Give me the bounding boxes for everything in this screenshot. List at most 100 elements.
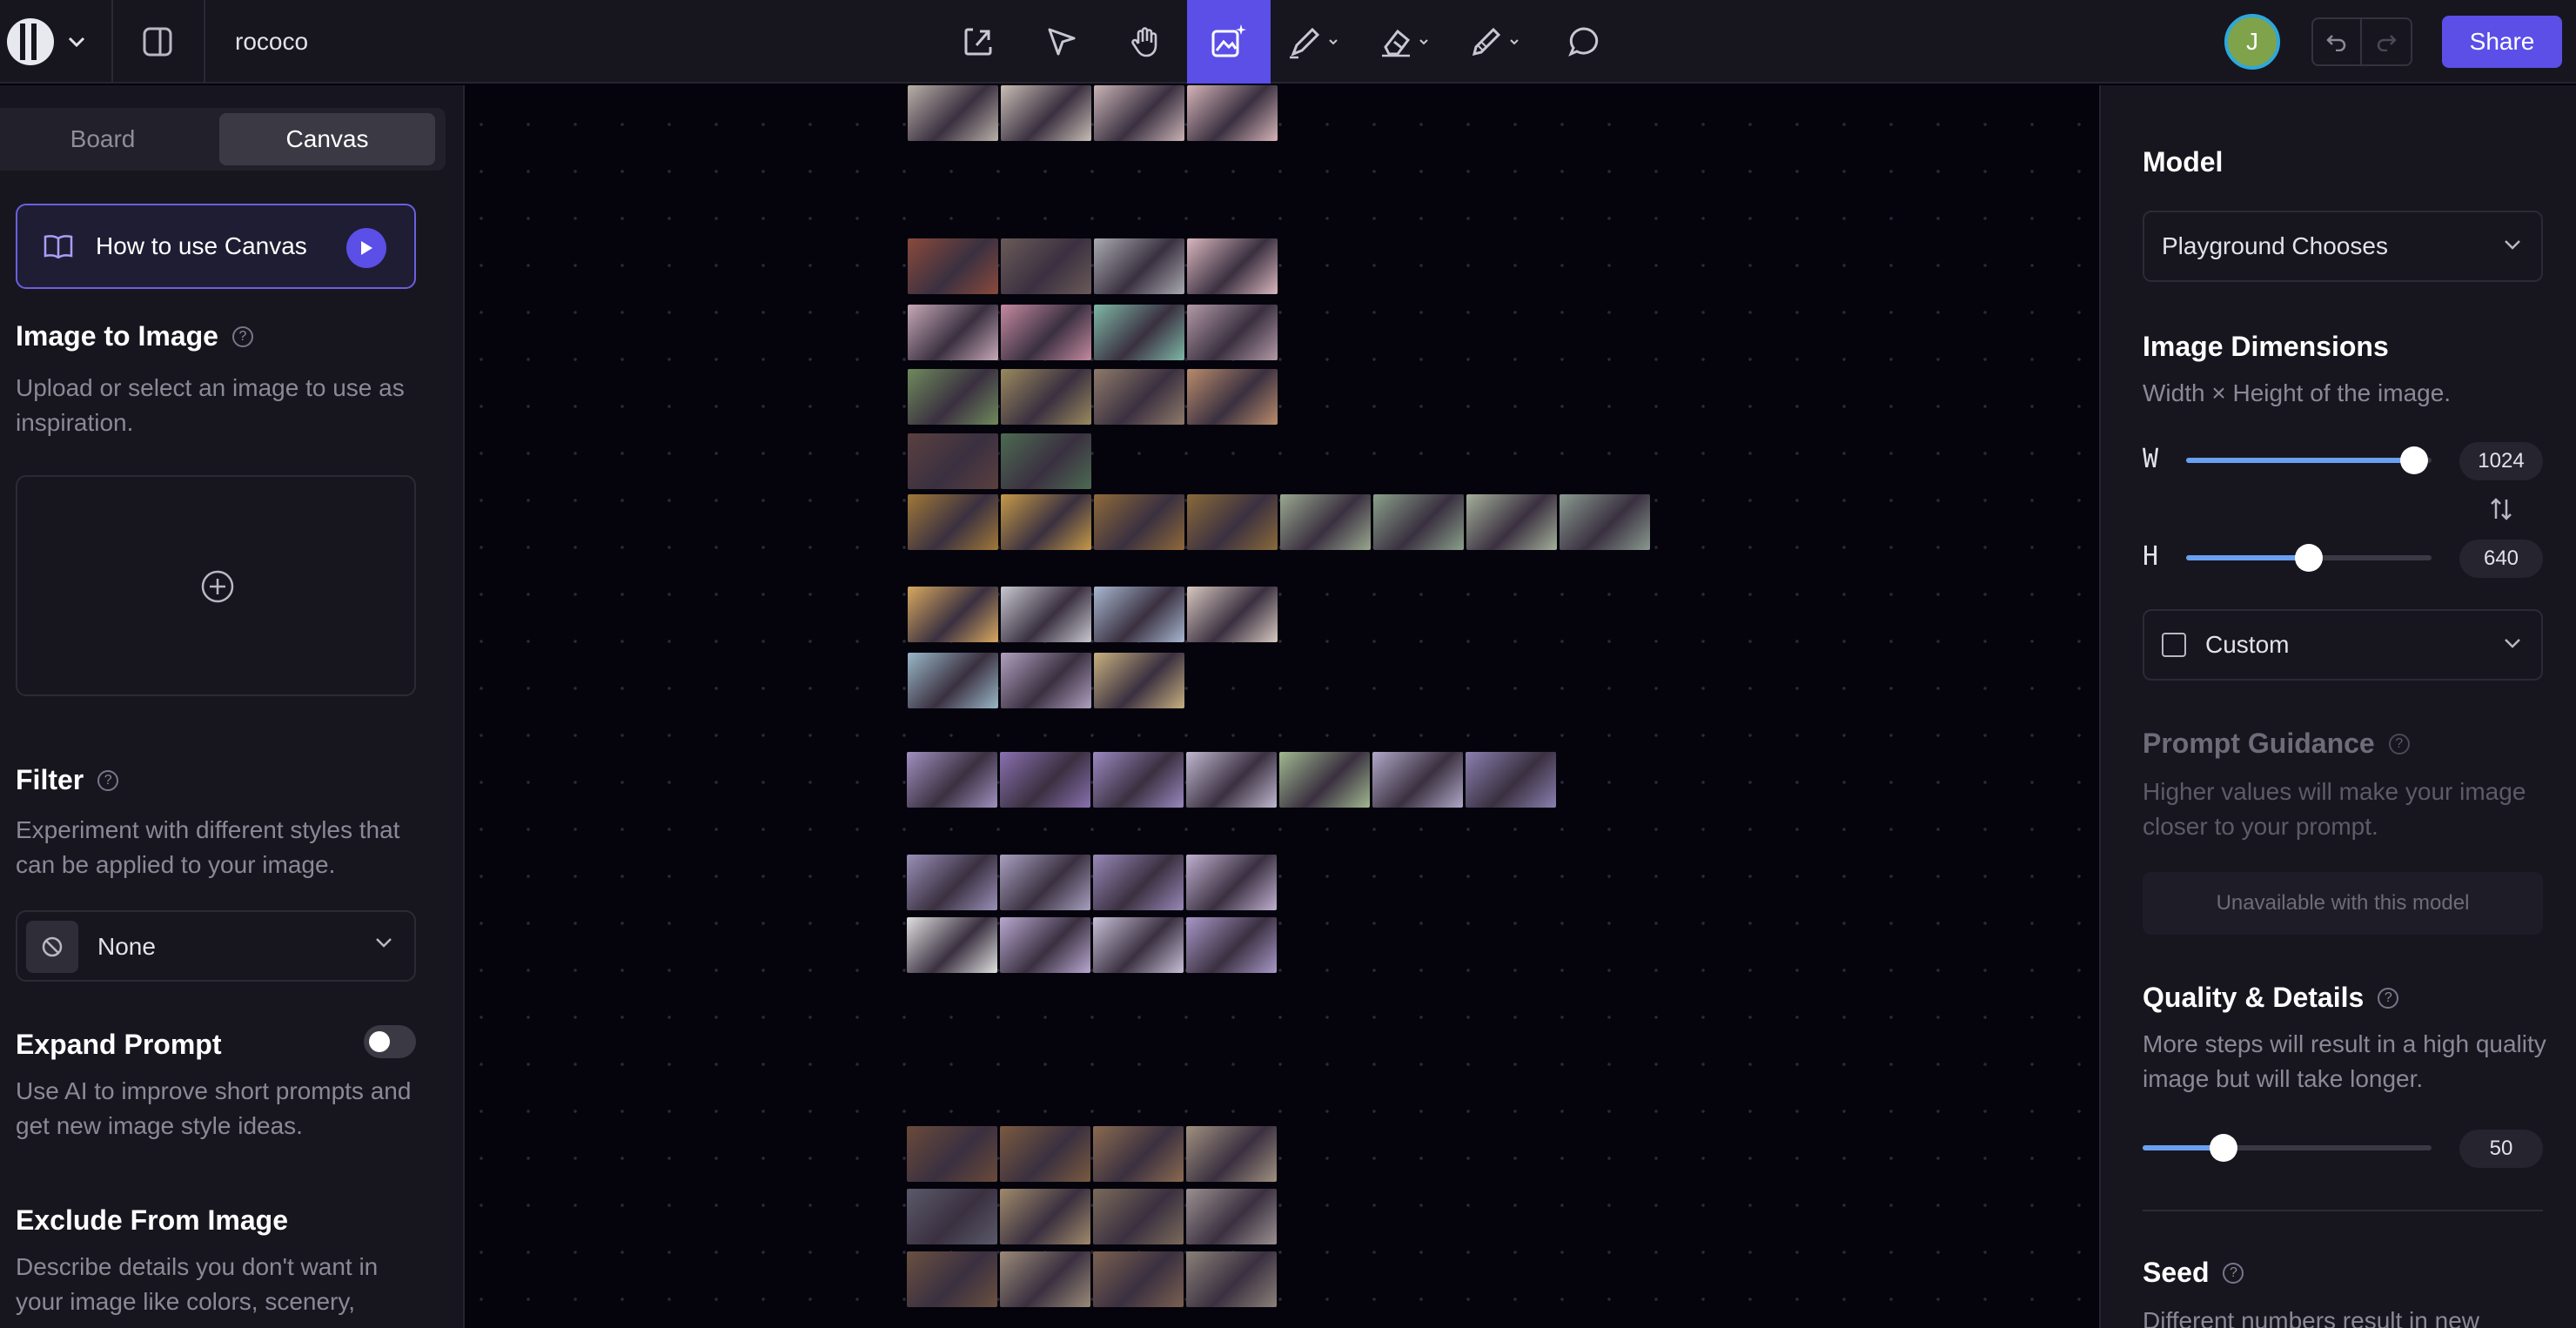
- canvas-image-thumbnail[interactable]: [1000, 1126, 1090, 1182]
- canvas-image-thumbnail[interactable]: [1093, 1251, 1184, 1307]
- canvas-image-thumbnail[interactable]: [907, 917, 997, 973]
- canvas-image-thumbnail[interactable]: [1466, 494, 1557, 550]
- canvas-image-thumbnail[interactable]: [1001, 238, 1091, 294]
- canvas-image-thumbnail[interactable]: [1093, 917, 1184, 973]
- select-arrow-icon[interactable]: [1020, 0, 1104, 84]
- width-value[interactable]: 1024: [2459, 442, 2543, 480]
- chevron-down-icon[interactable]: [61, 0, 92, 84]
- canvas-image-thumbnail[interactable]: [1094, 653, 1184, 708]
- canvas-image-thumbnail[interactable]: [1094, 85, 1184, 141]
- canvas-image-thumbnail[interactable]: [1373, 494, 1464, 550]
- quality-value[interactable]: 50: [2459, 1130, 2543, 1168]
- model-select[interactable]: Playground Chooses: [2143, 211, 2543, 282]
- canvas-area[interactable]: [466, 85, 2099, 1328]
- canvas-image-thumbnail[interactable]: [908, 369, 998, 425]
- filter-select[interactable]: None: [16, 910, 416, 982]
- canvas-image-thumbnail[interactable]: [1186, 1251, 1277, 1307]
- canvas-image-thumbnail[interactable]: [1001, 653, 1091, 708]
- canvas-image-thumbnail[interactable]: [1093, 1126, 1184, 1182]
- canvas-image-thumbnail[interactable]: [1094, 494, 1184, 550]
- canvas-image-thumbnail[interactable]: [1094, 587, 1184, 642]
- canvas-image-thumbnail[interactable]: [908, 653, 998, 708]
- swap-dimensions-icon[interactable]: [2489, 496, 2513, 522]
- height-value[interactable]: 640: [2459, 540, 2543, 578]
- canvas-image-thumbnail[interactable]: [1187, 305, 1278, 360]
- canvas-image-thumbnail[interactable]: [907, 1126, 997, 1182]
- canvas-image-thumbnail[interactable]: [1000, 1251, 1090, 1307]
- height-slider-knob[interactable]: [2295, 544, 2323, 572]
- aspect-preset-select[interactable]: Custom: [2143, 609, 2543, 681]
- canvas-image-thumbnail[interactable]: [1187, 494, 1278, 550]
- canvas-image-thumbnail[interactable]: [908, 433, 998, 489]
- help-icon[interactable]: ?: [2223, 1262, 2244, 1284]
- canvas-image-thumbnail[interactable]: [907, 752, 997, 808]
- canvas-image-thumbnail[interactable]: [1186, 1189, 1277, 1244]
- width-slider[interactable]: [2186, 446, 2432, 474]
- canvas-image-thumbnail[interactable]: [1186, 1126, 1277, 1182]
- canvas-image-thumbnail[interactable]: [1001, 369, 1091, 425]
- height-slider[interactable]: [2186, 544, 2432, 572]
- canvas-image-thumbnail[interactable]: [1000, 855, 1090, 910]
- image-generate-icon[interactable]: [1187, 0, 1271, 84]
- canvas-image-thumbnail[interactable]: [908, 494, 998, 550]
- canvas-image-thumbnail[interactable]: [1000, 917, 1090, 973]
- file-name[interactable]: rococo: [235, 0, 308, 84]
- canvas-image-thumbnail[interactable]: [1093, 1189, 1184, 1244]
- brush-icon[interactable]: [1453, 0, 1537, 84]
- canvas-image-thumbnail[interactable]: [908, 85, 998, 141]
- help-icon[interactable]: ?: [97, 769, 119, 791]
- canvas-image-thumbnail[interactable]: [1001, 85, 1091, 141]
- canvas-image-thumbnail[interactable]: [1372, 752, 1463, 808]
- canvas-image-thumbnail[interactable]: [908, 587, 998, 642]
- export-icon[interactable]: [936, 0, 1020, 84]
- canvas-image-thumbnail[interactable]: [1000, 752, 1090, 808]
- canvas-image-thumbnail[interactable]: [1560, 494, 1650, 550]
- canvas-image-thumbnail[interactable]: [1000, 1189, 1090, 1244]
- hand-icon[interactable]: [1104, 0, 1187, 84]
- app-logo-icon[interactable]: [0, 0, 61, 84]
- undo-icon[interactable]: [2311, 17, 2362, 66]
- avatar[interactable]: J: [2221, 0, 2284, 84]
- canvas-image-thumbnail[interactable]: [1094, 238, 1184, 294]
- canvas-image-thumbnail[interactable]: [1280, 494, 1371, 550]
- eraser-icon[interactable]: [1363, 0, 1446, 84]
- canvas-image-thumbnail[interactable]: [1186, 752, 1277, 808]
- canvas-image-thumbnail[interactable]: [908, 238, 998, 294]
- help-icon[interactable]: ?: [2388, 733, 2410, 755]
- canvas-image-thumbnail[interactable]: [1187, 238, 1278, 294]
- canvas-image-thumbnail[interactable]: [1001, 305, 1091, 360]
- pencil-icon[interactable]: [1272, 0, 1356, 84]
- canvas-image-thumbnail[interactable]: [1279, 752, 1370, 808]
- tab-canvas[interactable]: Canvas: [219, 113, 435, 165]
- how-to-use-canvas-button[interactable]: How to use Canvas: [16, 204, 416, 289]
- canvas-image-thumbnail[interactable]: [1001, 494, 1091, 550]
- canvas-image-thumbnail[interactable]: [1094, 369, 1184, 425]
- canvas-image-thumbnail[interactable]: [1186, 855, 1277, 910]
- canvas-image-thumbnail[interactable]: [1094, 305, 1184, 360]
- canvas-image-thumbnail[interactable]: [1093, 752, 1184, 808]
- canvas-image-thumbnail[interactable]: [1186, 917, 1277, 973]
- canvas-image-thumbnail[interactable]: [1466, 752, 1556, 808]
- canvas-image-thumbnail[interactable]: [907, 855, 997, 910]
- canvas-image-thumbnail[interactable]: [1001, 587, 1091, 642]
- redo-icon[interactable]: [2362, 17, 2412, 66]
- expand-prompt-toggle[interactable]: [364, 1025, 416, 1058]
- canvas-image-thumbnail[interactable]: [1187, 587, 1278, 642]
- image-upload-dropzone[interactable]: [16, 475, 416, 696]
- canvas-image-thumbnail[interactable]: [907, 1251, 997, 1307]
- tab-board[interactable]: Board: [0, 113, 205, 165]
- quality-slider[interactable]: [2143, 1134, 2432, 1162]
- sidebar-toggle-icon[interactable]: [131, 0, 184, 84]
- canvas-image-thumbnail[interactable]: [1093, 855, 1184, 910]
- canvas-image-thumbnail[interactable]: [1001, 433, 1091, 489]
- canvas-image-thumbnail[interactable]: [908, 305, 998, 360]
- help-icon[interactable]: ?: [231, 325, 253, 347]
- canvas-image-thumbnail[interactable]: [907, 1189, 997, 1244]
- comment-icon[interactable]: [1542, 0, 1626, 84]
- quality-slider-knob[interactable]: [2209, 1134, 2237, 1162]
- canvas-image-thumbnail[interactable]: [1187, 369, 1278, 425]
- canvas-image-thumbnail[interactable]: [1187, 85, 1278, 141]
- width-slider-knob[interactable]: [2400, 446, 2429, 474]
- share-button[interactable]: Share: [2442, 16, 2562, 68]
- help-icon[interactable]: ?: [2378, 987, 2399, 1009]
